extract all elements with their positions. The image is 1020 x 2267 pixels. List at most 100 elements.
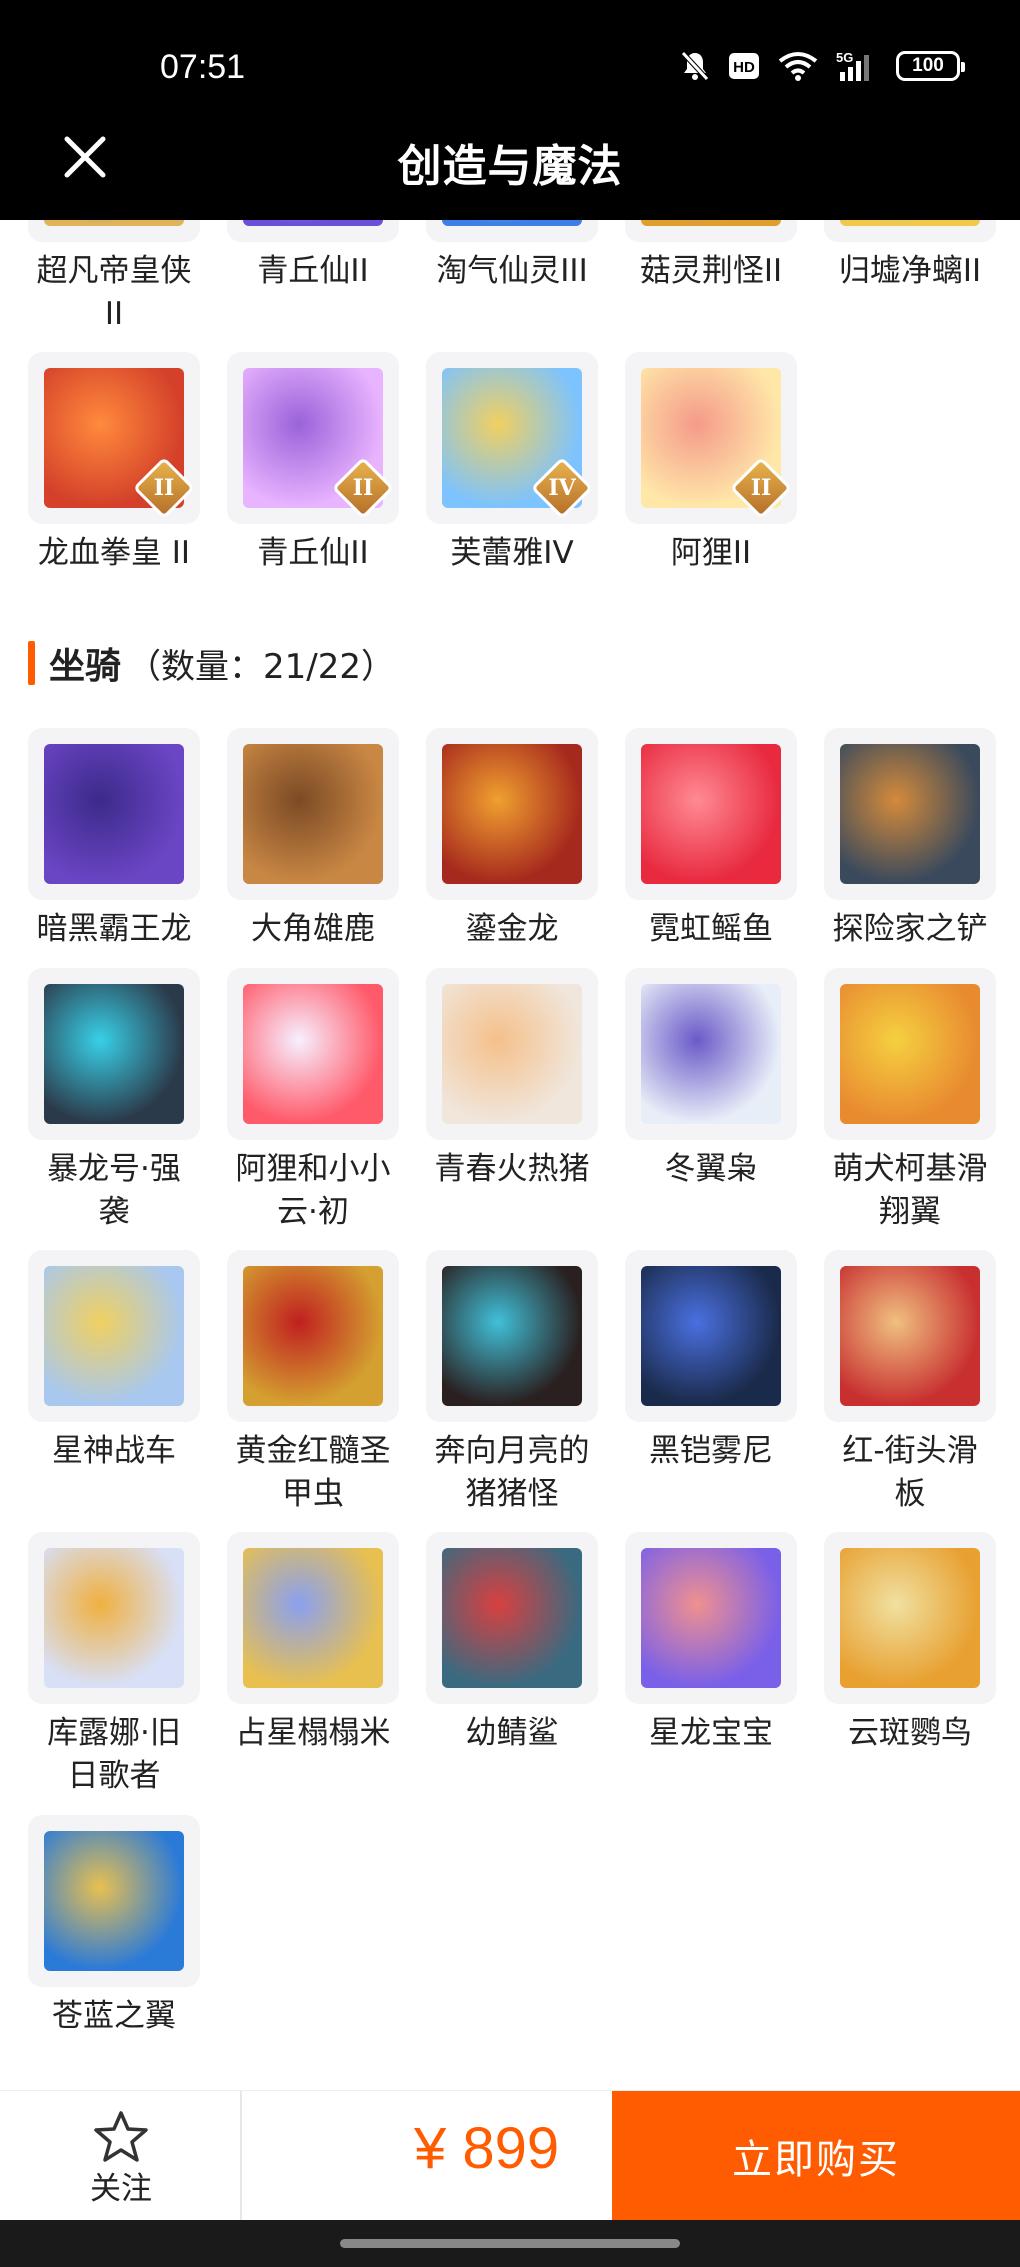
grid-item[interactable]: 星神战车 bbox=[28, 1250, 200, 1473]
item-label: 探险家之铲 bbox=[832, 911, 988, 947]
home-indicator[interactable] bbox=[340, 2239, 680, 2248]
item-thumbnail: II bbox=[227, 352, 399, 524]
grid-item[interactable]: 奔向月亮的 猪猪怪 bbox=[426, 1250, 598, 1516]
item-artwork bbox=[641, 1548, 781, 1688]
grid-item[interactable]: II 青丘仙II bbox=[227, 352, 399, 575]
grid-item[interactable]: 暗黑霸王龙 bbox=[28, 728, 200, 951]
grid-item[interactable]: 冬翼枭 bbox=[625, 968, 797, 1191]
item-artwork bbox=[641, 220, 781, 226]
grid-item[interactable]: 鎏金龙 bbox=[426, 728, 598, 951]
item-artwork bbox=[44, 1831, 184, 1971]
grid-item[interactable]: 淘气仙灵III bbox=[426, 220, 598, 293]
item-thumbnail bbox=[824, 220, 996, 242]
item-label: 冬翼枭 bbox=[664, 1151, 758, 1187]
item-thumbnail bbox=[426, 1532, 598, 1704]
grid-item[interactable]: II 阿狸II bbox=[625, 352, 797, 575]
item-artwork bbox=[442, 984, 582, 1124]
tier-badge-label: II bbox=[352, 475, 374, 501]
item-label: 萌犬柯基滑 翔翼 bbox=[832, 1151, 988, 1230]
grid-item[interactable]: 超凡帝皇侠 II bbox=[28, 220, 200, 336]
item-label: 星龙宝宝 bbox=[649, 1715, 773, 1751]
signal-5g-icon: 5G bbox=[836, 50, 878, 82]
follow-button[interactable]: 关注 bbox=[0, 2091, 242, 2221]
grid-item[interactable]: 萌犬柯基滑 翔翼 bbox=[824, 968, 996, 1234]
item-label: 苍蓝之翼 bbox=[52, 1998, 176, 2034]
item-artwork bbox=[243, 220, 383, 226]
grid-item[interactable]: IV 芙蕾雅IV bbox=[426, 352, 598, 575]
item-artwork bbox=[442, 1266, 582, 1406]
mounts-section-header: 坐骑 （数量：21/22） bbox=[28, 638, 395, 688]
status-icons: HD 5G 100 bbox=[680, 50, 965, 82]
grid-item[interactable]: 探险家之铲 bbox=[824, 728, 996, 951]
item-thumbnail bbox=[625, 1532, 797, 1704]
item-label: 芙蕾雅IV bbox=[450, 535, 574, 571]
wifi-icon bbox=[778, 51, 818, 81]
item-artwork bbox=[641, 1266, 781, 1406]
item-label: 大角雄鹿 bbox=[251, 911, 375, 947]
item-label: 占星榻榻米 bbox=[235, 1715, 391, 1751]
tier-badge-label: II bbox=[153, 475, 175, 501]
item-label: 归墟净螭II bbox=[838, 253, 982, 289]
page-title: 创造与魔法 bbox=[397, 141, 623, 192]
grid-item[interactable]: 占星榻榻米 bbox=[227, 1532, 399, 1755]
grid-item[interactable]: II 龙血拳皇 II bbox=[28, 352, 200, 575]
grid-item[interactable]: 归墟净螭II bbox=[824, 220, 996, 293]
item-thumbnail: II bbox=[625, 352, 797, 524]
item-thumbnail bbox=[824, 1250, 996, 1422]
buy-now-button[interactable]: 立即购买 bbox=[612, 2091, 1020, 2221]
navigation-bar bbox=[0, 2220, 1020, 2267]
item-artwork bbox=[44, 744, 184, 884]
item-label: 阿狸和小小 云·初 bbox=[235, 1151, 391, 1230]
follow-label: 关注 bbox=[90, 2171, 152, 2207]
grid-item[interactable]: 红-街头滑 板 bbox=[824, 1250, 996, 1516]
item-label: 超凡帝皇侠 II bbox=[36, 253, 192, 332]
grid-item[interactable]: 菇灵荆怪II bbox=[625, 220, 797, 293]
bottom-action-bar: 关注 ¥ 899 立即购买 bbox=[0, 2090, 1020, 2221]
item-thumbnail bbox=[227, 1250, 399, 1422]
grid-item[interactable]: 阿狸和小小 云·初 bbox=[227, 968, 399, 1234]
item-label: 青丘仙II bbox=[257, 535, 369, 571]
item-thumbnail bbox=[28, 728, 200, 900]
item-thumbnail bbox=[426, 220, 598, 242]
item-label: 黑铠雾尼 bbox=[649, 1433, 773, 1469]
grid-item[interactable]: 黄金红髓圣 甲虫 bbox=[227, 1250, 399, 1516]
item-label: 星神战车 bbox=[52, 1433, 176, 1469]
item-thumbnail bbox=[227, 1532, 399, 1704]
grid-item[interactable]: 青春火热猪 bbox=[426, 968, 598, 1191]
item-artwork bbox=[44, 984, 184, 1124]
grid-item[interactable]: 星龙宝宝 bbox=[625, 1532, 797, 1755]
item-thumbnail bbox=[28, 220, 200, 242]
item-label: 青丘仙II bbox=[257, 253, 369, 289]
item-label: 龙血拳皇 II bbox=[37, 535, 191, 571]
item-label: 菇灵荆怪II bbox=[639, 253, 783, 289]
grid-item[interactable]: 苍蓝之翼 bbox=[28, 1815, 200, 2038]
grid-item[interactable]: 霓虹鳐鱼 bbox=[625, 728, 797, 951]
item-artwork bbox=[44, 220, 184, 226]
item-thumbnail bbox=[28, 1250, 200, 1422]
item-label: 云斑鹦鸟 bbox=[848, 1715, 972, 1751]
grid-item[interactable]: 幼鲭鲨 bbox=[426, 1532, 598, 1755]
grid-item[interactable]: 云斑鹦鸟 bbox=[824, 1532, 996, 1755]
item-thumbnail: II bbox=[28, 352, 200, 524]
svg-text:5G: 5G bbox=[836, 50, 853, 65]
item-thumbnail bbox=[824, 1532, 996, 1704]
item-thumbnail bbox=[426, 968, 598, 1140]
grid-item[interactable]: 大角雄鹿 bbox=[227, 728, 399, 951]
item-artwork bbox=[840, 1548, 980, 1688]
hd-icon: HD bbox=[728, 52, 760, 80]
item-artwork bbox=[243, 1266, 383, 1406]
tier-badge-label: II bbox=[750, 475, 772, 501]
item-thumbnail bbox=[426, 728, 598, 900]
item-thumbnail bbox=[227, 220, 399, 242]
grid-item[interactable]: 库露娜·旧 日歌者 bbox=[28, 1532, 200, 1798]
scroll-content[interactable]: 超凡帝皇侠 II 青丘仙II 淘气仙灵III 菇灵荆怪II 归墟净螭II II 龙血拳皇 … bbox=[0, 220, 1020, 2090]
grid-item[interactable]: 暴龙号·强 袭 bbox=[28, 968, 200, 1234]
grid-item[interactable]: 青丘仙II bbox=[227, 220, 399, 293]
battery-indicator: 100 bbox=[896, 51, 965, 81]
item-thumbnail: IV bbox=[426, 352, 598, 524]
item-artwork bbox=[442, 1548, 582, 1688]
item-artwork bbox=[44, 1548, 184, 1688]
grid-item[interactable]: 黑铠雾尼 bbox=[625, 1250, 797, 1473]
section-accent-bar bbox=[28, 641, 35, 685]
item-artwork bbox=[840, 744, 980, 884]
